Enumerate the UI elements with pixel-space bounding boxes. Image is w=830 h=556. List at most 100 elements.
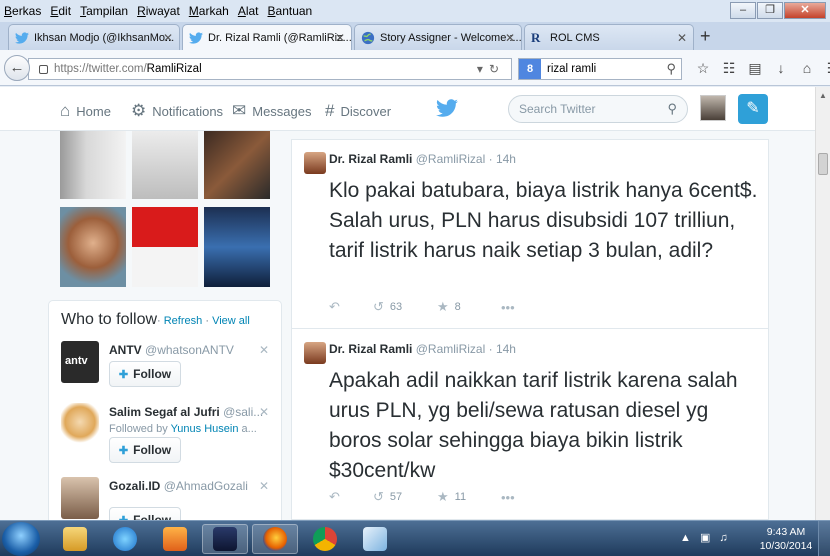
bookmark-star-icon[interactable]: ☆ bbox=[690, 60, 716, 77]
reply-icon[interactable]: ↶ bbox=[329, 299, 373, 315]
menu-berkas[interactable]: Berkas bbox=[4, 4, 41, 18]
window-controls: – ❐ ✕ bbox=[729, 2, 826, 19]
new-tab-button[interactable]: + bbox=[700, 26, 711, 47]
tab-rizal-ramli[interactable]: Dr. Rizal Ramli (@RamliRiz... ✕ bbox=[182, 24, 352, 50]
nav-discover[interactable]: # Discover bbox=[325, 101, 391, 121]
close-tab-icon[interactable]: ✕ bbox=[505, 31, 515, 45]
menu-bantuan[interactable]: Bantuan bbox=[268, 4, 313, 18]
search-icon[interactable]: ⚲ bbox=[667, 96, 677, 122]
close-tab-icon[interactable]: ✕ bbox=[677, 31, 687, 45]
view-all-link[interactable]: View all bbox=[212, 315, 250, 327]
tweet-author-handle[interactable]: @RamliRizal bbox=[416, 342, 486, 356]
follow-button[interactable]: ✚Follow bbox=[109, 361, 181, 387]
menu-markah[interactable]: Markah bbox=[189, 4, 229, 18]
page-scrollbar[interactable]: ▲ bbox=[815, 87, 830, 520]
scrollbar-thumb[interactable] bbox=[818, 153, 828, 175]
tweet-author-name[interactable]: Dr. Rizal Ramli bbox=[329, 342, 412, 356]
show-desktop-button[interactable] bbox=[818, 521, 830, 556]
volume-icon[interactable]: ♫ bbox=[719, 532, 730, 544]
file-explorer-icon[interactable] bbox=[52, 524, 98, 554]
avatar[interactable] bbox=[304, 342, 326, 364]
follow-button[interactable]: ✚Follow bbox=[109, 437, 181, 463]
google-icon[interactable]: 8 bbox=[519, 59, 541, 79]
refresh-link[interactable]: Refresh bbox=[164, 315, 203, 327]
avatar[interactable] bbox=[61, 403, 99, 445]
clock-time: 9:43 AM bbox=[766, 526, 806, 538]
photo-thumbnail[interactable] bbox=[204, 207, 270, 287]
more-icon[interactable]: ••• bbox=[501, 490, 515, 505]
reply-icon[interactable]: ↶ bbox=[329, 489, 373, 505]
menu-icon[interactable]: ☰ bbox=[820, 60, 830, 77]
minimize-button[interactable]: – bbox=[730, 2, 756, 19]
followed-by-link[interactable]: Yunus Husein bbox=[171, 423, 239, 435]
back-button[interactable]: ← bbox=[4, 55, 30, 81]
account-name[interactable]: Salim Segaf al Jufri bbox=[109, 405, 220, 419]
menu-tampilan[interactable]: Tampilan bbox=[80, 4, 128, 18]
browser-search-bar[interactable]: 8 rizal ramli ⚲ bbox=[518, 58, 682, 80]
tweet-author-handle[interactable]: @RamliRizal bbox=[416, 152, 486, 166]
star-icon: ★ bbox=[437, 299, 449, 314]
twitter-logo-icon[interactable] bbox=[436, 99, 458, 117]
tab-story-assigner[interactable]: Story Assigner - Welcome :... ✕ bbox=[354, 24, 522, 50]
chrome-icon[interactable] bbox=[302, 524, 348, 554]
photo-thumbnail[interactable] bbox=[204, 131, 270, 199]
retweet-count: 63 bbox=[389, 301, 403, 313]
retweet-action[interactable]: ↺ 63 bbox=[373, 299, 437, 315]
tweet-timestamp[interactable]: 14h bbox=[496, 152, 516, 166]
restore-button[interactable]: ❐ bbox=[757, 2, 783, 19]
tweet[interactable]: Dr. Rizal Ramli @RamliRizal · 14h Apakah… bbox=[292, 330, 768, 520]
url-bar[interactable]: https://twitter.com/RamliRizal ▾↻ bbox=[28, 58, 512, 80]
media-player-icon[interactable] bbox=[152, 524, 198, 554]
dismiss-icon[interactable]: ✕ bbox=[259, 479, 269, 493]
close-tab-icon[interactable]: ✕ bbox=[335, 31, 345, 45]
scroll-up-icon[interactable]: ▲ bbox=[819, 91, 827, 100]
close-window-button[interactable]: ✕ bbox=[784, 2, 826, 19]
internet-explorer-icon[interactable] bbox=[102, 524, 148, 554]
more-icon[interactable]: ••• bbox=[501, 300, 515, 315]
menu-alat[interactable]: Alat bbox=[238, 4, 259, 18]
photo-thumbnail[interactable] bbox=[60, 131, 126, 199]
tab-ikhsan-modjo[interactable]: Ikhsan Modjo (@IkhsanMo... ✕ bbox=[8, 24, 180, 50]
reading-list-icon[interactable]: ▤ bbox=[742, 60, 768, 77]
photo-thumbnail[interactable] bbox=[132, 207, 198, 287]
network-icon[interactable]: ▣ bbox=[700, 532, 713, 544]
close-tab-icon[interactable]: ✕ bbox=[163, 31, 173, 45]
clipboard-icon[interactable]: ☷ bbox=[716, 60, 742, 77]
user-avatar[interactable] bbox=[700, 95, 726, 121]
avatar[interactable]: antv bbox=[61, 341, 99, 383]
dismiss-icon[interactable]: ✕ bbox=[259, 405, 269, 419]
compose-tweet-button[interactable]: ✎ bbox=[738, 94, 768, 124]
firefox-icon[interactable] bbox=[252, 524, 298, 554]
taskbar-clock[interactable]: 9:43 AM 10/30/2014 bbox=[758, 525, 814, 553]
nav-notifications[interactable]: ⚙ Notifications bbox=[131, 101, 223, 121]
nav-messages[interactable]: ✉ Messages bbox=[232, 101, 312, 121]
avatar[interactable] bbox=[61, 477, 99, 519]
tweet-author-name[interactable]: Dr. Rizal Ramli bbox=[329, 152, 412, 166]
tweet-timestamp[interactable]: 14h bbox=[496, 342, 516, 356]
retweet-action[interactable]: ↺ 57 bbox=[373, 489, 437, 505]
search-icon[interactable]: ⚲ bbox=[666, 61, 676, 77]
favorite-action[interactable]: ★ 8 bbox=[437, 299, 501, 315]
photo-thumbnail[interactable] bbox=[132, 131, 198, 199]
account-name[interactable]: ANTV bbox=[109, 343, 142, 357]
reload-icon[interactable]: ↻ bbox=[489, 62, 505, 76]
notepad-icon[interactable] bbox=[352, 524, 398, 554]
account-name[interactable]: Gozali.ID bbox=[109, 479, 160, 493]
tray-expand-icon[interactable]: ▲ bbox=[680, 532, 694, 544]
avatar[interactable] bbox=[304, 152, 326, 174]
menu-edit[interactable]: Edit bbox=[50, 4, 71, 18]
photo-thumbnail[interactable] bbox=[60, 207, 126, 287]
tweet[interactable]: Dr. Rizal Ramli @RamliRizal · 14h Klo pa… bbox=[292, 140, 768, 329]
nav-home[interactable]: ⌂ Home bbox=[60, 101, 111, 121]
dismiss-icon[interactable]: ✕ bbox=[259, 343, 269, 357]
tab-rol-cms[interactable]: R ROL CMS ✕ bbox=[524, 24, 694, 50]
start-button[interactable] bbox=[2, 522, 40, 556]
home-icon[interactable]: ⌂ bbox=[794, 60, 820, 77]
twitter-search-input[interactable]: Search Twitter ⚲ bbox=[508, 95, 688, 123]
winamp-icon[interactable] bbox=[202, 524, 248, 554]
download-icon[interactable]: ↓ bbox=[768, 60, 794, 77]
dropdown-arrow-icon[interactable]: ▾ bbox=[477, 62, 489, 76]
follow-button[interactable]: ✚Follow bbox=[109, 507, 181, 520]
menu-riwayat[interactable]: Riwayat bbox=[137, 4, 180, 18]
favorite-action[interactable]: ★ 11 bbox=[437, 489, 501, 505]
